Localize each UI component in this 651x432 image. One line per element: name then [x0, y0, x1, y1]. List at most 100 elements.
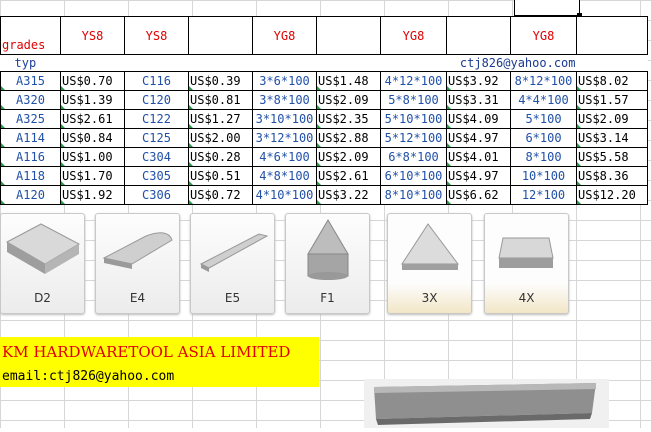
price-cell[interactable]: US$1.27 [188, 109, 253, 129]
shape-tile-d2[interactable]: D2 [0, 213, 85, 314]
header-cell[interactable]: YS8 [60, 16, 125, 55]
header-cell[interactable] [188, 16, 253, 55]
price-cell[interactable]: US$3.14 [576, 128, 648, 148]
shape-tile-3x[interactable]: 3X [387, 213, 472, 314]
price-cell[interactable]: US$0.84 [60, 128, 125, 148]
header-cell[interactable] [446, 16, 511, 55]
price-cell[interactable]: US$4.01 [446, 147, 511, 167]
empty-cell[interactable] [576, 54, 648, 72]
price-cell[interactable]: US$4.97 [446, 128, 511, 148]
price-cell[interactable]: US$5.58 [576, 147, 648, 167]
price-cell[interactable]: US$12.20 [576, 185, 648, 205]
price-cell[interactable]: US$0.39 [188, 71, 253, 91]
price-cell[interactable]: US$2.35 [316, 109, 381, 129]
code-cell[interactable]: C120 [124, 90, 189, 110]
size-cell[interactable]: 3*12*100 [252, 128, 317, 148]
price-cell[interactable]: US$2.09 [576, 109, 648, 129]
size-cell[interactable]: 6*100 [510, 128, 577, 148]
price-cell[interactable]: US$1.57 [576, 90, 648, 110]
size-cell[interactable]: 6*10*100 [380, 166, 447, 186]
shape-tile-e5[interactable]: E5 [190, 213, 275, 314]
price-cell[interactable]: US$2.61 [316, 166, 381, 186]
size-cell[interactable]: 4*8*100 [252, 166, 317, 186]
shape-tile-f1[interactable]: F1 [285, 213, 370, 314]
size-cell[interactable]: 4*6*100 [252, 147, 317, 167]
code-cell[interactable]: A114 [0, 128, 61, 148]
shape-label: D2 [34, 291, 51, 305]
size-cell[interactable]: 6*8*100 [380, 147, 447, 167]
header-cell[interactable]: YS8 [124, 16, 189, 55]
triangle-insert-icon [401, 223, 459, 270]
size-cell[interactable]: 5*12*100 [380, 128, 447, 148]
shape-label: 4X [518, 291, 535, 305]
price-cell[interactable]: US$1.92 [60, 185, 125, 205]
price-cell[interactable]: US$2.00 [188, 128, 253, 148]
size-cell[interactable]: 10*100 [510, 166, 577, 186]
price-cell[interactable]: US$3.22 [316, 185, 381, 205]
empty-cell[interactable] [316, 54, 381, 72]
price-cell[interactable]: US$3.31 [446, 90, 511, 110]
empty-cell[interactable] [252, 54, 317, 72]
size-cell[interactable]: 3*10*100 [252, 109, 317, 129]
size-cell[interactable]: 8*10*100 [380, 185, 447, 205]
price-cell[interactable]: US$2.61 [60, 109, 125, 129]
header-cell[interactable] [576, 16, 648, 55]
size-cell[interactable]: 5*10*100 [380, 109, 447, 129]
code-cell[interactable]: A116 [0, 147, 61, 167]
price-cell[interactable]: US$6.62 [446, 185, 511, 205]
size-cell[interactable]: 8*12*100 [510, 71, 577, 91]
code-cell[interactable]: C306 [124, 185, 189, 205]
price-cell[interactable]: US$8.36 [576, 166, 648, 186]
size-cell[interactable]: 3*8*100 [252, 90, 317, 110]
selected-cell[interactable] [514, 0, 580, 16]
price-cell[interactable]: US$4.97 [446, 166, 511, 186]
price-cell[interactable]: US$3.92 [446, 71, 511, 91]
header-cell[interactable]: YG8 [380, 16, 447, 55]
code-cell[interactable]: A120 [0, 185, 61, 205]
price-cell[interactable]: US$1.70 [60, 166, 125, 186]
shape-tile-4x[interactable]: 4X [484, 213, 569, 314]
size-cell[interactable]: 12*100 [510, 185, 577, 205]
code-cell[interactable]: C122 [124, 109, 189, 129]
code-cell[interactable]: A315 [0, 71, 61, 91]
code-cell[interactable]: A325 [0, 109, 61, 129]
size-cell[interactable]: 4*10*100 [252, 185, 317, 205]
price-cell[interactable]: US$2.09 [316, 90, 381, 110]
code-cell[interactable]: C304 [124, 147, 189, 167]
size-cell[interactable]: 4*12*100 [380, 71, 447, 91]
size-cell[interactable]: 5*8*100 [380, 90, 447, 110]
price-cell[interactable]: US$2.09 [316, 147, 381, 167]
header-cell[interactable]: grades [0, 16, 61, 55]
typ-label[interactable]: typ [0, 54, 253, 72]
header-cell[interactable]: YG8 [510, 16, 577, 55]
shape-label: E4 [129, 291, 146, 305]
header-cell[interactable]: YG8 [252, 16, 317, 55]
price-cell[interactable]: US$8.02 [576, 71, 648, 91]
size-cell[interactable]: 5*100 [510, 109, 577, 129]
price-cell[interactable]: US$0.70 [60, 71, 125, 91]
size-cell[interactable]: 8*100 [510, 147, 577, 167]
price-cell[interactable]: US$0.51 [188, 166, 253, 186]
code-cell[interactable]: C116 [124, 71, 189, 91]
price-cell[interactable]: US$1.48 [316, 71, 381, 91]
size-cell[interactable]: 3*6*100 [252, 71, 317, 91]
price-cell[interactable]: US$1.00 [60, 147, 125, 167]
cone-tip-icon [307, 219, 349, 280]
price-cell[interactable]: US$0.72 [188, 185, 253, 205]
header-row: grades YS8 YS8 YG8 YG8 YG8 [0, 16, 648, 55]
price-cell[interactable]: US$4.09 [446, 109, 511, 129]
code-cell[interactable]: A118 [0, 166, 61, 186]
price-cell[interactable]: US$1.39 [60, 90, 125, 110]
shape-tile-e4[interactable]: E4 [95, 213, 180, 314]
header-cell[interactable] [316, 16, 381, 55]
email-cell[interactable]: ctj826@yahoo.com [380, 54, 577, 72]
code-cell[interactable]: C305 [124, 166, 189, 186]
price-cell[interactable]: US$0.81 [188, 90, 253, 110]
price-cell[interactable]: US$2.88 [316, 128, 381, 148]
code-cell[interactable]: C125 [124, 128, 189, 148]
price-cell[interactable]: US$0.28 [188, 147, 253, 167]
table-row: A320 US$1.39 C120 US$0.81 3*8*100 US$2.09 5*8*… [0, 90, 648, 110]
code-cell[interactable]: A320 [0, 90, 61, 110]
rectangular-block-icon [5, 223, 81, 274]
size-cell[interactable]: 4*4*100 [510, 90, 577, 110]
